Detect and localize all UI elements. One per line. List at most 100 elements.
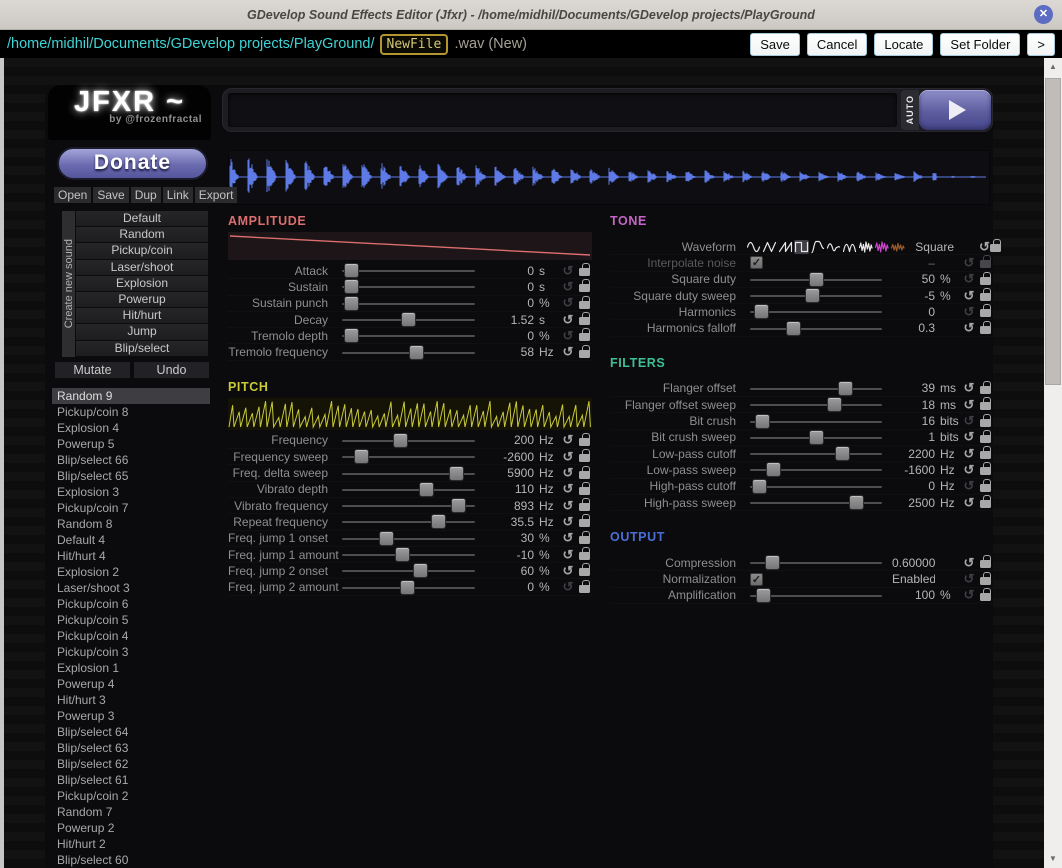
lock-icon[interactable] [978,306,993,317]
slider-thumb[interactable] [431,514,446,529]
vibrato-depth-slider[interactable] [342,482,475,497]
lock-icon[interactable] [978,274,993,285]
preset-default[interactable]: Default [76,211,208,226]
reset-icon[interactable]: ↺ [960,413,978,429]
slider-thumb[interactable] [354,449,369,464]
tremolo-depth-slider[interactable] [342,328,475,343]
waveform-tangent-icon[interactable] [810,240,825,254]
slider-thumb[interactable] [393,433,408,448]
sound-item-hit-hurt-3[interactable]: Hit/hurt 3 [52,692,210,708]
sound-item-blip-select-64[interactable]: Blip/select 64 [52,724,210,740]
reset-icon[interactable]: ↺ [960,320,978,336]
waveform-pinknoise-icon[interactable] [874,240,889,254]
save-action[interactable]: Save [93,187,128,203]
slider-thumb[interactable] [786,321,801,336]
sound-item-pickup-coin-5[interactable]: Pickup/coin 5 [52,612,210,628]
reset-icon[interactable]: ↺ [960,271,978,287]
donate-button[interactable]: Donate [57,147,208,180]
reset-icon[interactable]: ↺ [960,446,978,462]
sound-item-powerup-5[interactable]: Powerup 5 [52,436,210,452]
slider-thumb[interactable] [344,263,359,278]
waveform-sine-icon[interactable] [746,240,761,254]
waveform-breaker-icon[interactable] [842,240,857,254]
lock-icon[interactable] [577,281,592,292]
slider-thumb[interactable] [400,580,415,595]
slider-thumb[interactable] [805,288,820,303]
slider-thumb[interactable] [809,272,824,287]
reset-icon[interactable]: ↺ [559,530,577,546]
slider-thumb[interactable] [756,588,771,603]
lock-icon[interactable] [978,399,993,410]
lock-icon[interactable] [577,298,592,309]
preset-explosion[interactable]: Explosion [76,276,208,291]
high-pass-cutoff-slider[interactable] [750,479,882,494]
decay-slider[interactable] [342,312,475,327]
slider-thumb[interactable] [344,328,359,343]
reset-icon[interactable]: ↺ [559,465,577,481]
preset-laser-shoot[interactable]: Laser/shoot [76,260,208,275]
lock-icon[interactable] [978,481,993,492]
reset-icon[interactable]: ↺ [559,432,577,448]
undo-button[interactable]: Undo [134,362,209,378]
harmonics-slider[interactable] [750,304,882,319]
slider-thumb[interactable] [765,555,780,570]
sound-item-explosion-1[interactable]: Explosion 1 [52,660,210,676]
lock-icon[interactable] [978,383,993,394]
sound-item-pickup-coin-7[interactable]: Pickup/coin 7 [52,500,210,516]
reset-icon[interactable]: ↺ [979,239,990,255]
lock-icon[interactable] [577,565,592,576]
reset-icon[interactable]: ↺ [559,295,577,311]
reset-icon[interactable]: ↺ [559,498,577,514]
lock-icon[interactable] [978,290,993,301]
sustain-slider[interactable] [342,279,475,294]
more-button[interactable]: > [1027,33,1055,56]
lock-icon[interactable] [978,432,993,443]
slider-thumb[interactable] [849,495,864,510]
lock-icon[interactable] [978,497,993,508]
vibrato-frequency-slider[interactable] [342,498,475,513]
square-duty-sweep-slider[interactable] [750,288,882,303]
bit-crush-sweep-slider[interactable] [750,430,882,445]
sustain-punch-slider[interactable] [342,296,475,311]
sound-item-random-7[interactable]: Random 7 [52,804,210,820]
slider-thumb[interactable] [379,531,394,546]
reset-icon[interactable]: ↺ [960,304,978,320]
cancel-button[interactable]: Cancel [807,33,867,56]
play-button[interactable] [919,90,991,130]
export-action[interactable]: Export [195,187,238,203]
preset-pickup-coin[interactable]: Pickup/coin [76,243,208,258]
scrollbar-thumb[interactable] [1045,78,1061,385]
reset-icon[interactable]: ↺ [960,397,978,413]
mutate-button[interactable]: Mutate [55,362,130,378]
slider-thumb[interactable] [413,563,428,578]
sound-item-powerup-2[interactable]: Powerup 2 [52,820,210,836]
low-pass-cutoff-slider[interactable] [750,446,882,461]
lock-icon[interactable] [978,574,993,585]
reset-icon[interactable]: ↺ [559,263,577,279]
waveform-square-icon[interactable] [794,240,809,254]
frequency-slider[interactable] [342,433,475,448]
reset-icon[interactable]: ↺ [960,462,978,478]
waveform-whitenoise-icon[interactable] [858,240,873,254]
lock-icon[interactable] [978,464,993,475]
lock-icon[interactable] [978,416,993,427]
lock-icon[interactable] [577,549,592,560]
flanger-offset-sweep-slider[interactable] [750,397,882,412]
lock-icon[interactable] [577,582,592,593]
slider-thumb[interactable] [451,498,466,513]
lock-icon[interactable] [577,500,592,511]
reset-icon[interactable]: ↺ [559,579,577,595]
slider-thumb[interactable] [401,312,416,327]
slider-thumb[interactable] [344,279,359,294]
waveform-brownnoise-icon[interactable] [890,240,905,254]
attack-slider[interactable] [342,263,475,278]
reset-icon[interactable]: ↺ [559,449,577,465]
slider-thumb[interactable] [449,466,464,481]
lock-icon[interactable] [577,451,592,462]
save-button[interactable]: Save [750,33,800,56]
freq-jump-2-amount-slider[interactable] [342,580,475,595]
reset-icon[interactable]: ↺ [559,481,577,497]
slider-thumb[interactable] [344,296,359,311]
freq-jump-1-onset-slider[interactable] [342,531,475,546]
slider-thumb[interactable] [752,479,767,494]
